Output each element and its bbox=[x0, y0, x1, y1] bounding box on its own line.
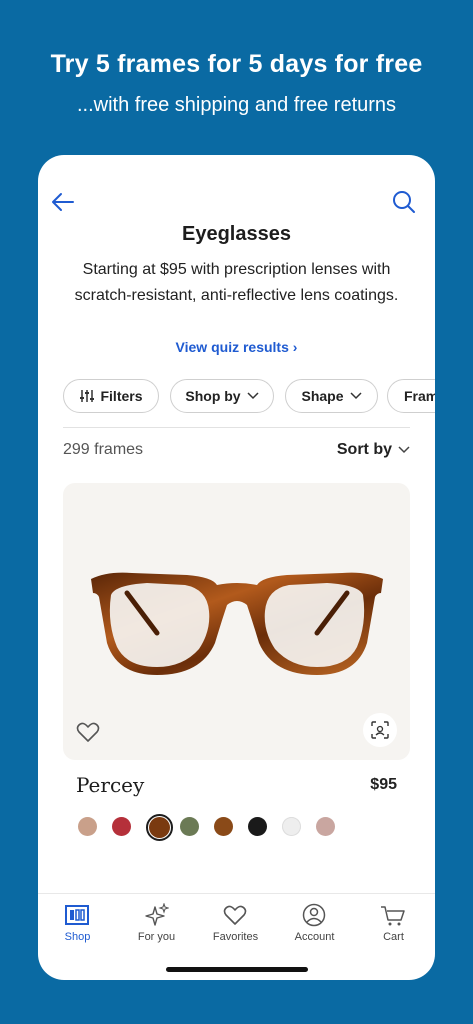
filters-chip[interactable]: Filters bbox=[63, 379, 159, 413]
sparkle-icon bbox=[145, 903, 169, 926]
page-description: Starting at $95 with prescription lenses… bbox=[74, 261, 399, 304]
color-swatch[interactable] bbox=[180, 817, 199, 836]
results-count: 299 frames bbox=[63, 441, 144, 458]
tab-for-you[interactable]: For you bbox=[117, 894, 196, 954]
product-name[interactable]: Percey bbox=[76, 773, 144, 797]
tab-favorites[interactable]: Favorites bbox=[196, 894, 275, 954]
promo-title: Try 5 frames for 5 days for free bbox=[50, 50, 423, 78]
heart-icon bbox=[76, 722, 100, 742]
favorite-button[interactable] bbox=[75, 719, 101, 745]
shape-chip[interactable]: Shape bbox=[285, 379, 378, 413]
divider bbox=[63, 427, 410, 428]
filters-chip-label: Filters bbox=[100, 388, 143, 404]
chevron-down-icon bbox=[398, 446, 410, 454]
tab-for-you-label: For you bbox=[137, 931, 176, 943]
shop-by-chip-label: Shop by bbox=[185, 388, 241, 404]
face-scan-icon bbox=[371, 721, 389, 739]
bottom-tab-bar: Shop For you Favorites Account Cart bbox=[38, 893, 435, 954]
search-button[interactable] bbox=[391, 189, 417, 215]
page-title: Eyeglasses bbox=[182, 223, 291, 245]
chevron-down-icon bbox=[247, 392, 259, 400]
shop-icon bbox=[65, 905, 89, 925]
sort-label: Sort by bbox=[336, 441, 392, 458]
color-swatch[interactable] bbox=[248, 817, 267, 836]
phone-screen: Eyeglasses Starting at $95 with prescrip… bbox=[38, 155, 435, 980]
cart-icon bbox=[381, 906, 405, 926]
sliders-icon bbox=[80, 390, 95, 402]
tab-cart-label: Cart bbox=[383, 931, 404, 943]
frame-chip[interactable]: Fram bbox=[387, 379, 435, 413]
color-swatch[interactable] bbox=[316, 817, 335, 836]
color-swatch[interactable] bbox=[78, 817, 97, 836]
tab-shop-label: Shop bbox=[64, 931, 91, 943]
search-icon bbox=[393, 191, 415, 213]
tab-favorites-label: Favorites bbox=[212, 931, 259, 943]
filter-chips: Filters Shop by Shape Fram bbox=[63, 379, 435, 415]
home-indicator bbox=[166, 967, 308, 972]
sort-button[interactable]: Sort by bbox=[337, 441, 410, 459]
frame-chip-label: Fram bbox=[404, 388, 435, 404]
product-card[interactable] bbox=[63, 483, 410, 760]
quiz-results-link[interactable]: View quiz results › bbox=[38, 339, 435, 355]
color-swatch[interactable] bbox=[214, 817, 233, 836]
promo-subtitle: ...with free shipping and free returns bbox=[76, 94, 397, 116]
product-price: $95 bbox=[370, 776, 397, 793]
eyeglasses-image bbox=[91, 572, 383, 675]
shop-by-chip[interactable]: Shop by bbox=[170, 379, 274, 413]
color-swatch[interactable] bbox=[112, 817, 131, 836]
tab-cart[interactable]: Cart bbox=[354, 894, 433, 954]
virtual-try-on-button[interactable] bbox=[363, 713, 397, 747]
color-swatches bbox=[78, 814, 398, 841]
heart-icon bbox=[223, 905, 247, 925]
chevron-down-icon bbox=[349, 392, 362, 400]
color-swatch[interactable] bbox=[282, 817, 301, 836]
shape-chip-label: Shape bbox=[301, 388, 344, 404]
tab-account-label: Account bbox=[294, 931, 335, 943]
tab-account[interactable]: Account bbox=[275, 894, 354, 954]
tab-shop[interactable]: Shop bbox=[38, 894, 117, 954]
arrow-left-icon bbox=[52, 193, 74, 211]
account-icon bbox=[302, 903, 326, 927]
top-bar bbox=[38, 155, 435, 225]
back-button[interactable] bbox=[50, 189, 76, 215]
color-swatch[interactable] bbox=[146, 814, 173, 841]
